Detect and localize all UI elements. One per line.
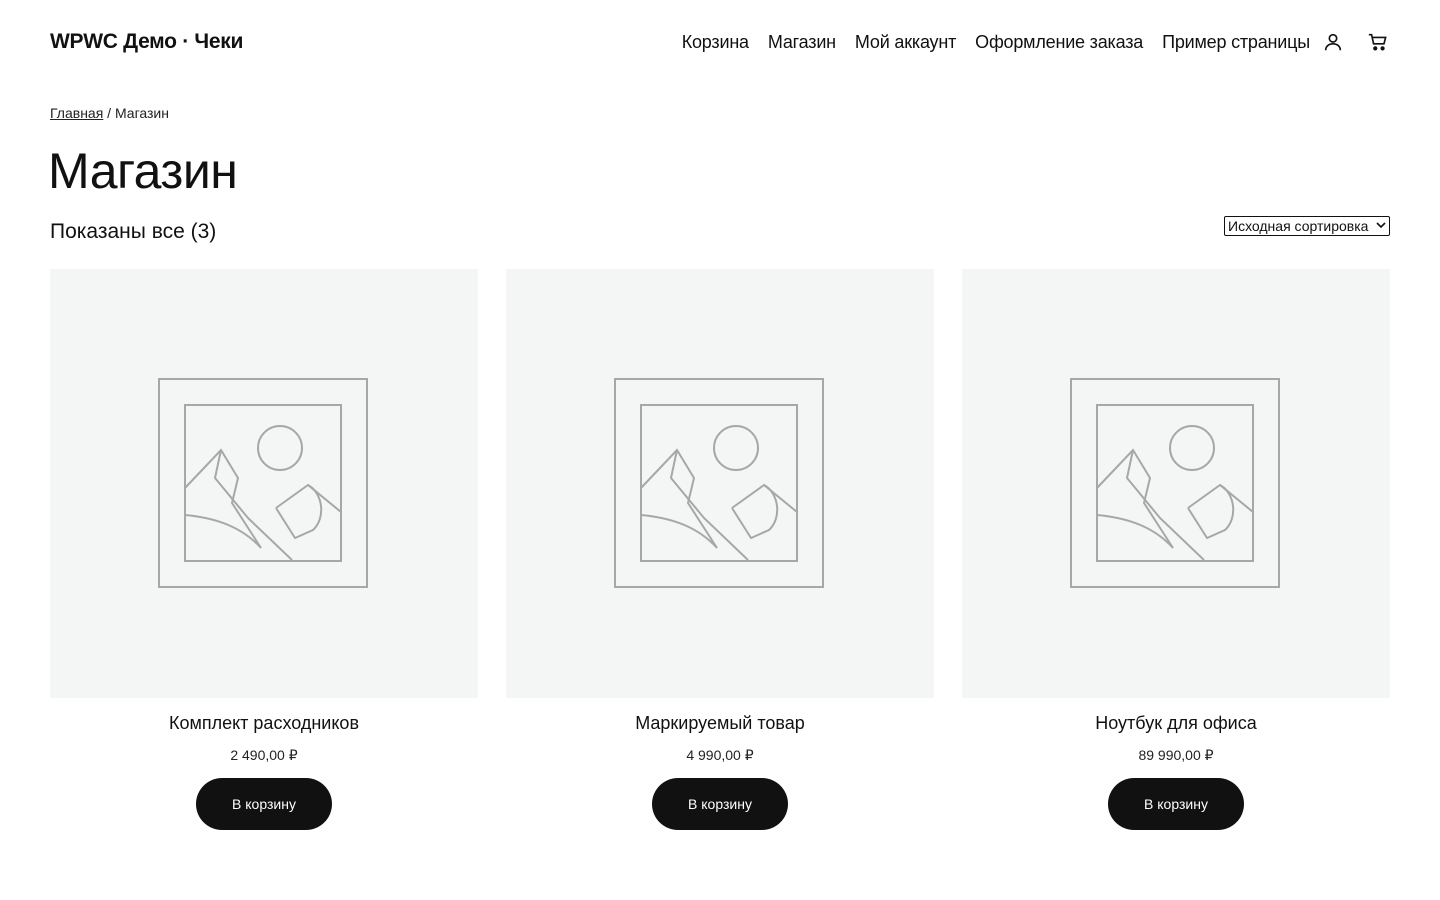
placeholder-image-icon xyxy=(614,377,824,588)
breadcrumb-current: Магазин xyxy=(114,105,169,121)
nav-link-sample-page[interactable]: Пример страницы xyxy=(1162,32,1310,53)
product-name[interactable]: Маркируемый товар xyxy=(635,713,805,734)
product-image[interactable] xyxy=(506,269,934,698)
nav-link-shop[interactable]: Магазин xyxy=(768,32,836,53)
product-image[interactable] xyxy=(50,269,478,698)
ordering-selected-value: Исходная сортировка xyxy=(1228,218,1369,234)
product-price: 2 490,00 ₽ xyxy=(230,747,298,763)
product-card: Комплект расходников 2 490,00 ₽ В корзин… xyxy=(50,269,478,830)
product-price: 4 990,00 ₽ xyxy=(686,747,754,763)
placeholder-image-icon xyxy=(158,377,368,588)
page-title: Магазин xyxy=(48,143,238,199)
account-icon[interactable] xyxy=(1321,30,1345,54)
breadcrumb-separator: / xyxy=(103,105,115,121)
product-card: Ноутбук для офиса 89 990,00 ₽ В корзину xyxy=(962,269,1390,830)
placeholder-image-icon xyxy=(1070,377,1280,588)
site-title[interactable]: WPWC Демо · Чеки xyxy=(50,30,243,54)
breadcrumb: Главная / Магазин xyxy=(50,105,169,121)
ordering-select[interactable]: Исходная сортировка xyxy=(1224,216,1390,236)
product-name[interactable]: Ноутбук для офиса xyxy=(1095,713,1256,734)
nav-link-my-account[interactable]: Мой аккаунт xyxy=(855,32,956,53)
product-image[interactable] xyxy=(962,269,1390,698)
nav-link-cart[interactable]: Корзина xyxy=(682,32,749,53)
add-to-cart-button[interactable]: В корзину xyxy=(652,778,788,830)
product-card: Маркируемый товар 4 990,00 ₽ В корзину xyxy=(506,269,934,830)
add-to-cart-button[interactable]: В корзину xyxy=(1108,778,1244,830)
cart-icon[interactable] xyxy=(1366,30,1390,54)
product-price: 89 990,00 ₽ xyxy=(1138,747,1214,763)
product-grid: Комплект расходников 2 490,00 ₽ В корзин… xyxy=(50,269,1390,830)
nav-link-checkout[interactable]: Оформление заказа xyxy=(975,32,1143,53)
add-to-cart-button[interactable]: В корзину xyxy=(196,778,332,830)
breadcrumb-home-link[interactable]: Главная xyxy=(50,105,103,121)
result-count: Показаны все (3) xyxy=(50,220,217,243)
main-nav: Корзина Магазин Мой аккаунт Оформление з… xyxy=(682,30,1390,54)
site-header: WPWC Демо · Чеки Корзина Магазин Мой акк… xyxy=(50,22,1390,62)
product-name[interactable]: Комплект расходников xyxy=(169,713,359,734)
chevron-down-icon xyxy=(1376,221,1386,232)
